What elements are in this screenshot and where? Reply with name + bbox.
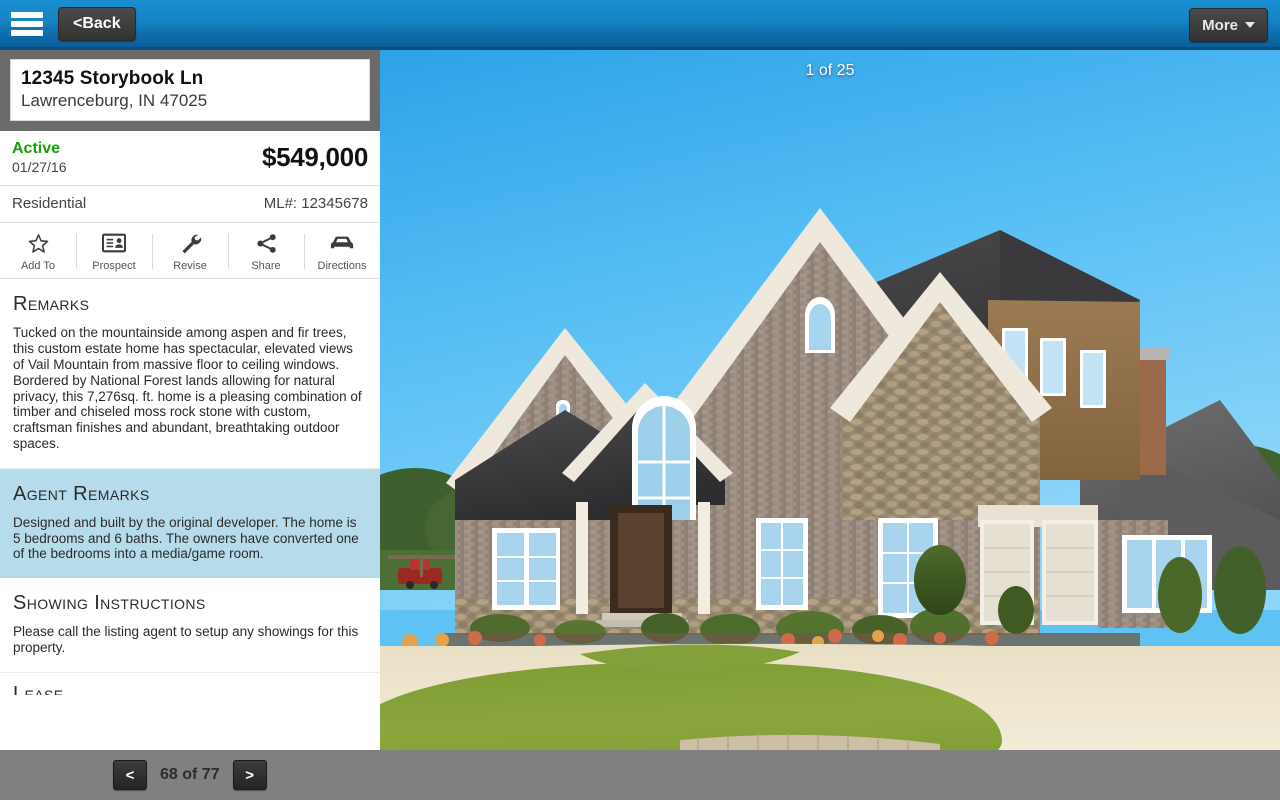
more-button-label: More — [1202, 16, 1238, 34]
hamburger-bar — [11, 29, 43, 36]
app-root: <Back More 12345 Storybook Ln Lawrencebu… — [0, 0, 1280, 800]
previous-listing-button[interactable]: < — [113, 760, 147, 790]
mls-number: ML#: 12345678 — [263, 195, 368, 213]
section-title: Remarks — [13, 293, 90, 316]
section-remarks: Remarks Tucked on the mountainside among… — [0, 279, 380, 469]
section-showing-instructions: Showing Instructions Please call the lis… — [0, 578, 380, 673]
more-button[interactable]: More — [1189, 8, 1268, 42]
action-label: Prospect — [92, 260, 136, 273]
section-clipped-below-fold: Lease — [0, 673, 380, 695]
action-share[interactable]: Share — [228, 231, 304, 272]
chevron-down-icon — [1245, 22, 1255, 28]
section-body: Tucked on the mountainside among aspen a… — [13, 325, 362, 451]
hamburger-bar — [11, 11, 43, 18]
photo-counter: 1 of 25 — [805, 62, 855, 79]
contact-card-icon — [102, 231, 126, 255]
page-indicator: 68 of 77 — [160, 766, 220, 783]
action-label: Add To — [20, 260, 56, 273]
listing-photo-pane[interactable]: 1 of 25 — [380, 50, 1280, 750]
car-icon — [329, 231, 355, 255]
action-directions[interactable]: Directions — [304, 231, 380, 272]
action-add-to[interactable]: Add To — [0, 231, 76, 272]
action-label: Directions — [317, 260, 367, 273]
hamburger-menu-icon[interactable] — [11, 11, 43, 36]
status-badge: Active — [12, 140, 61, 157]
status-date: 01/27/16 — [12, 159, 67, 176]
pagination-bar: < 68 of 77 > — [0, 750, 1280, 800]
address-line-1: 12345 Storybook Ln — [21, 68, 204, 89]
hamburger-bar — [11, 20, 43, 27]
action-label: Revise — [173, 260, 207, 273]
property-type-row: Residential ML#: 12345678 — [0, 186, 380, 224]
status-price-row: Active 01/27/16 $549,000 — [0, 131, 380, 187]
listing-photo — [380, 50, 1280, 750]
address-line-2: Lawrenceburg, IN 47025 — [21, 91, 208, 110]
status-group: Active 01/27/16 — [12, 140, 67, 175]
action-revise[interactable]: Revise — [152, 231, 228, 272]
share-nodes-icon — [255, 231, 278, 255]
section-body: Designed and built by the original devel… — [13, 514, 359, 562]
wrench-icon — [179, 231, 202, 255]
section-title: Agent Remarks — [13, 482, 150, 505]
listing-price: $549,000 — [261, 142, 368, 173]
action-label: Share — [251, 260, 281, 273]
star-icon — [27, 231, 50, 255]
listing-details-panel: 12345 Storybook Ln Lawrenceburg, IN 4702… — [0, 50, 380, 750]
back-button[interactable]: <Back — [58, 6, 136, 41]
property-type: Residential — [12, 195, 87, 213]
section-title: Lease — [13, 682, 64, 695]
section-title: Showing Instructions — [13, 592, 206, 615]
address-band: 12345 Storybook Ln Lawrenceburg, IN 4702… — [0, 50, 380, 131]
next-listing-button[interactable]: > — [232, 760, 267, 790]
address-card[interactable]: 12345 Storybook Ln Lawrenceburg, IN 4702… — [10, 59, 370, 121]
action-prospect[interactable]: Prospect — [76, 231, 152, 272]
action-toolbar: Add To Prospect Revise Share Directions — [0, 223, 380, 280]
top-navigation-bar: <Back More — [0, 0, 1280, 50]
section-body: Please call the listing agent to setup a… — [13, 624, 359, 655]
section-agent-remarks: Agent Remarks Designed and built by the … — [0, 468, 380, 579]
